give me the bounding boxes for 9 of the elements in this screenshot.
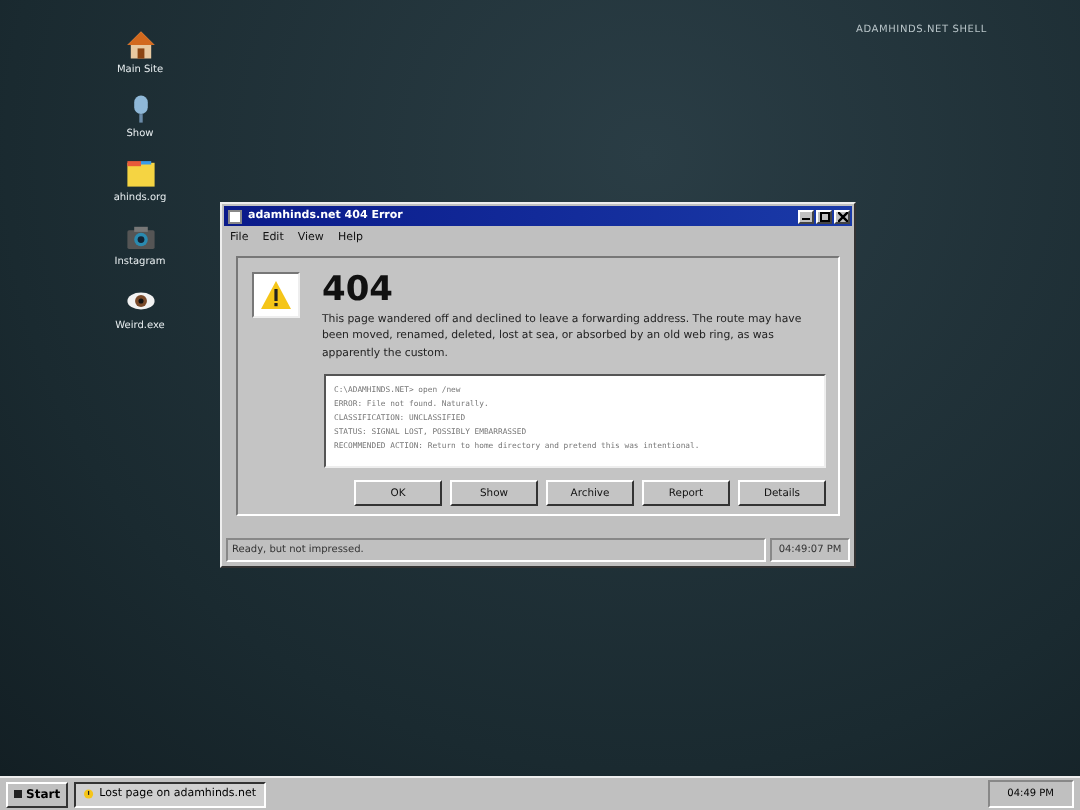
- minimize-button[interactable]: [798, 209, 814, 223]
- folder-icon[interactable]: [123, 156, 157, 190]
- warning-icon: [260, 280, 292, 310]
- close-button[interactable]: [834, 209, 850, 223]
- maximize-button[interactable]: [816, 209, 832, 223]
- window-icon: [228, 209, 242, 223]
- error-heading: 404: [322, 272, 395, 310]
- house-icon[interactable]: [123, 28, 157, 62]
- warning-icon: [84, 788, 94, 800]
